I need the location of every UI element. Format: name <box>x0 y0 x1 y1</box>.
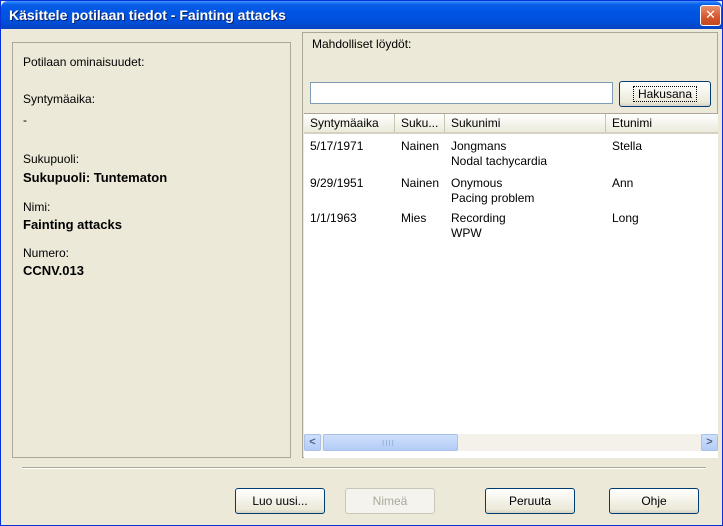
column-header-firstname[interactable]: Etunimi <box>606 114 718 132</box>
row-3-birthdate[interactable]: 1/1/1963 <box>310 211 357 225</box>
number-label: Numero: <box>23 246 70 260</box>
chevron-right-icon[interactable]: > <box>701 434 718 451</box>
cancel-button[interactable]: Peruuta <box>485 488 575 514</box>
row-1-lastname[interactable]: Jongmans <box>451 139 506 153</box>
row-1-note[interactable]: Nodal tachycardia <box>451 154 547 168</box>
results-list[interactable]: Syntymäaika Suku... Sukunimi Etunimi 5/1… <box>304 113 718 458</box>
name-label: Nimi: <box>23 200 51 214</box>
found-label: Mahdolliset löydöt: <box>312 37 412 51</box>
row-3-gender[interactable]: Mies <box>401 211 426 225</box>
row-3-note[interactable]: WPW <box>451 226 482 240</box>
row-2-lastname[interactable]: Onymous <box>451 176 502 190</box>
new-button[interactable]: Luo uusi... <box>235 488 325 514</box>
scrollbar-thumb[interactable]: IIII <box>323 434 458 451</box>
search-button[interactable]: Hakusana <box>619 81 711 107</box>
separator-line <box>22 467 706 469</box>
title-bar[interactable]: Käsittele potilaan tiedot - Fainting att… <box>1 1 722 29</box>
results-header: Syntymäaika Suku... Sukunimi Etunimi <box>304 114 718 134</box>
search-input[interactable] <box>310 82 613 104</box>
gender-label: Sukupuoli: <box>23 152 80 166</box>
scrollbar-grip: IIII <box>382 439 395 448</box>
row-2-note[interactable]: Pacing problem <box>451 191 534 205</box>
chevron-left-icon[interactable]: < <box>304 434 321 451</box>
patient-properties-panel: Potilaan ominaisuudet: Syntymäaika: - Su… <box>12 42 291 458</box>
window-title: Käsittele potilaan tiedot - Fainting att… <box>9 7 286 23</box>
row-1-gender[interactable]: Nainen <box>401 139 439 153</box>
help-button[interactable]: Ohje <box>609 488 699 514</box>
search-panel: Mahdolliset löydöt: Hakusana Syntymäaika… <box>302 32 718 458</box>
row-1-birthdate[interactable]: 5/17/1971 <box>310 139 363 153</box>
row-3-firstname[interactable]: Long <box>612 211 639 225</box>
row-2-gender[interactable]: Nainen <box>401 176 439 190</box>
rename-button[interactable]: Nimeä <box>345 488 435 514</box>
birthdate-value: - <box>23 113 27 127</box>
row-1-firstname[interactable]: Stella <box>612 139 642 153</box>
birthdate-label: Syntymäaika: <box>23 92 96 106</box>
row-2-birthdate[interactable]: 9/29/1951 <box>310 176 363 190</box>
column-header-birthdate[interactable]: Syntymäaika <box>304 114 395 132</box>
name-value: Fainting attacks <box>23 217 122 232</box>
properties-heading: Potilaan ominaisuudet: <box>23 55 145 69</box>
search-button-label: Hakusana <box>632 86 698 102</box>
row-3-lastname[interactable]: Recording <box>451 211 506 225</box>
dialog-window: Käsittele potilaan tiedot - Fainting att… <box>0 0 723 526</box>
column-header-gender[interactable]: Suku... <box>395 114 445 132</box>
column-header-lastname[interactable]: Sukunimi <box>445 114 606 132</box>
close-icon[interactable]: ✕ <box>700 5 721 26</box>
number-value: CCNV.013 <box>23 263 84 278</box>
gender-value: Sukupuoli: Tuntematon <box>23 170 168 185</box>
row-2-firstname[interactable]: Ann <box>612 176 633 190</box>
horizontal-scrollbar[interactable]: < IIII > <box>304 434 718 451</box>
